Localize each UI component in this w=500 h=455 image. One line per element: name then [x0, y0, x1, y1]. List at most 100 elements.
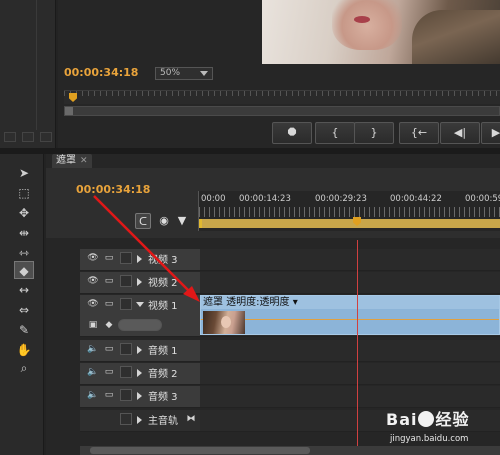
- monitor-timecode[interactable]: 00:00:34:18: [64, 66, 138, 79]
- ruler-label: 00:00:44:22: [390, 194, 442, 204]
- track-header: 👁 ▭ 视频 3: [80, 249, 200, 271]
- ruler-label: 00:00:29:23: [315, 194, 367, 204]
- track-content[interactable]: [200, 363, 500, 385]
- video-clip[interactable]: 遮罩 透明度:透明度 ▾: [200, 295, 500, 335]
- tab-sequence[interactable]: 遮罩 ✕: [52, 154, 92, 168]
- track-name: 音频 3: [148, 392, 178, 403]
- display-style-icon[interactable]: ▣: [86, 319, 100, 331]
- eye-icon[interactable]: 👁: [86, 298, 100, 310]
- zoom-icon[interactable]: ⌕: [14, 359, 34, 377]
- expand-icon[interactable]: [137, 255, 142, 263]
- go-to-in-button[interactable]: {←: [399, 122, 439, 144]
- slip-icon[interactable]: ↔: [14, 281, 34, 299]
- track-content[interactable]: [200, 272, 500, 294]
- expand-icon[interactable]: [137, 346, 142, 354]
- ruler-label: 00:00: [201, 194, 226, 204]
- keyframe-icon[interactable]: ◆: [102, 319, 116, 331]
- slide-icon[interactable]: ⇔: [14, 301, 34, 319]
- track-audio-2: 🔈 ▭ 音频 2: [80, 363, 500, 385]
- lock-toggle[interactable]: [120, 298, 132, 310]
- track-video-1: 👁 ▭ 视频 1 ▣ ◆ 遮罩 透明度:透明度 ▾: [80, 295, 500, 337]
- time-ruler[interactable]: 00:00 00:00:14:23 00:00:29:23 00:00:44:2…: [198, 191, 500, 231]
- track-audio-1: 🔈 ▭ 音频 1: [80, 340, 500, 362]
- eye-icon[interactable]: 👁: [86, 275, 100, 287]
- collapse-icon[interactable]: [136, 302, 144, 307]
- track-select-icon[interactable]: ⬚: [14, 184, 34, 202]
- track-name: 音频 1: [148, 346, 178, 357]
- rate-stretch-icon[interactable]: ⇿: [14, 244, 34, 262]
- track-header: 主音轨 ⧓: [80, 410, 200, 432]
- add-marker-icon[interactable]: ▼: [174, 213, 190, 229]
- step-back-button[interactable]: ◀|: [440, 122, 480, 144]
- keyframe-nav[interactable]: [118, 319, 162, 331]
- razor-icon[interactable]: ◆: [14, 261, 34, 279]
- sync-lock-icon[interactable]: ▭: [102, 298, 116, 310]
- marker-icon[interactable]: ◉: [156, 213, 172, 229]
- speaker-icon[interactable]: 🔈: [86, 366, 100, 378]
- video-face: [332, 0, 402, 50]
- rolling-edit-icon[interactable]: ⇹: [14, 224, 34, 242]
- track-header: 🔈 ▭ 音频 2: [80, 363, 200, 385]
- sync-lock-icon[interactable]: ▭: [102, 275, 116, 287]
- playhead-line: [357, 240, 358, 455]
- ruler-label: 00:00:14:23: [239, 194, 291, 204]
- hand-icon[interactable]: ✋: [14, 341, 34, 359]
- panel-divider: [36, 0, 37, 130]
- track-content[interactable]: [200, 249, 500, 271]
- lock-toggle[interactable]: [120, 275, 132, 287]
- add-marker-button[interactable]: ⯃: [272, 122, 312, 144]
- pen-icon[interactable]: ✎: [14, 321, 34, 339]
- expand-icon[interactable]: [137, 278, 142, 286]
- lock-toggle[interactable]: [120, 389, 132, 401]
- watermark-url: jingyan.baidu.com: [390, 434, 469, 444]
- master-output-icon[interactable]: ⧓: [184, 413, 198, 425]
- monitor-mini-ruler[interactable]: [64, 90, 500, 104]
- lock-toggle[interactable]: [120, 343, 132, 355]
- panel-button[interactable]: [40, 132, 52, 142]
- eye-icon[interactable]: 👁: [86, 252, 100, 264]
- lock-toggle[interactable]: [120, 413, 132, 425]
- lock-toggle[interactable]: [120, 366, 132, 378]
- sync-lock-icon[interactable]: ▭: [102, 252, 116, 264]
- lock-toggle[interactable]: [120, 252, 132, 264]
- expand-icon[interactable]: [137, 392, 142, 400]
- sync-lock-icon[interactable]: ▭: [102, 389, 116, 401]
- expand-icon[interactable]: [137, 416, 142, 424]
- video-lips: [354, 16, 370, 23]
- track-name: 主音轨: [148, 416, 178, 427]
- watermark-title: Bai 经验: [386, 410, 470, 429]
- speaker-icon[interactable]: 🔈: [86, 343, 100, 355]
- ripple-edit-icon[interactable]: ✥: [14, 204, 34, 222]
- track-content: 遮罩 透明度:透明度 ▾: [200, 295, 500, 337]
- play-button[interactable]: ▶: [481, 122, 500, 144]
- track-name: 音频 2: [148, 369, 178, 380]
- snap-icon[interactable]: ᑕ: [135, 213, 151, 229]
- timeline-timecode[interactable]: 00:00:34:18: [76, 183, 150, 196]
- panel-button[interactable]: [22, 132, 34, 142]
- opacity-line[interactable]: [201, 319, 499, 320]
- video-armor: [412, 10, 500, 64]
- speaker-icon[interactable]: 🔈: [86, 389, 100, 401]
- zoom-dropdown[interactable]: 50%: [155, 67, 213, 80]
- track-video-3: 👁 ▭ 视频 3: [80, 249, 500, 271]
- monitor-zoom-scrollbar[interactable]: [64, 106, 500, 116]
- baidu-watermark: Bai 经验 jingyan.baidu.com: [382, 396, 500, 451]
- track-content[interactable]: [200, 340, 500, 362]
- track-header: 👁 ▭ 视频 2: [80, 272, 200, 294]
- sync-lock-icon[interactable]: ▭: [102, 366, 116, 378]
- track-name: 视频 1: [148, 301, 178, 312]
- clip-label[interactable]: 遮罩 透明度:透明度 ▾: [201, 296, 499, 309]
- track-header: 🔈 ▭ 音频 1: [80, 340, 200, 362]
- clip-thumbnail: [203, 311, 245, 334]
- track-header: 🔈 ▭ 音频 3: [80, 386, 200, 408]
- mark-in-button[interactable]: {: [315, 122, 355, 144]
- panel-button[interactable]: [4, 132, 16, 142]
- mark-out-button[interactable]: }: [354, 122, 394, 144]
- selection-icon[interactable]: ➤: [14, 164, 34, 182]
- close-icon[interactable]: ✕: [80, 156, 88, 166]
- track-name: 视频 3: [148, 255, 178, 266]
- sync-lock-icon[interactable]: ▭: [102, 343, 116, 355]
- work-area-bar[interactable]: [199, 219, 500, 228]
- zoom-value: 50%: [160, 68, 181, 78]
- expand-icon[interactable]: [137, 369, 142, 377]
